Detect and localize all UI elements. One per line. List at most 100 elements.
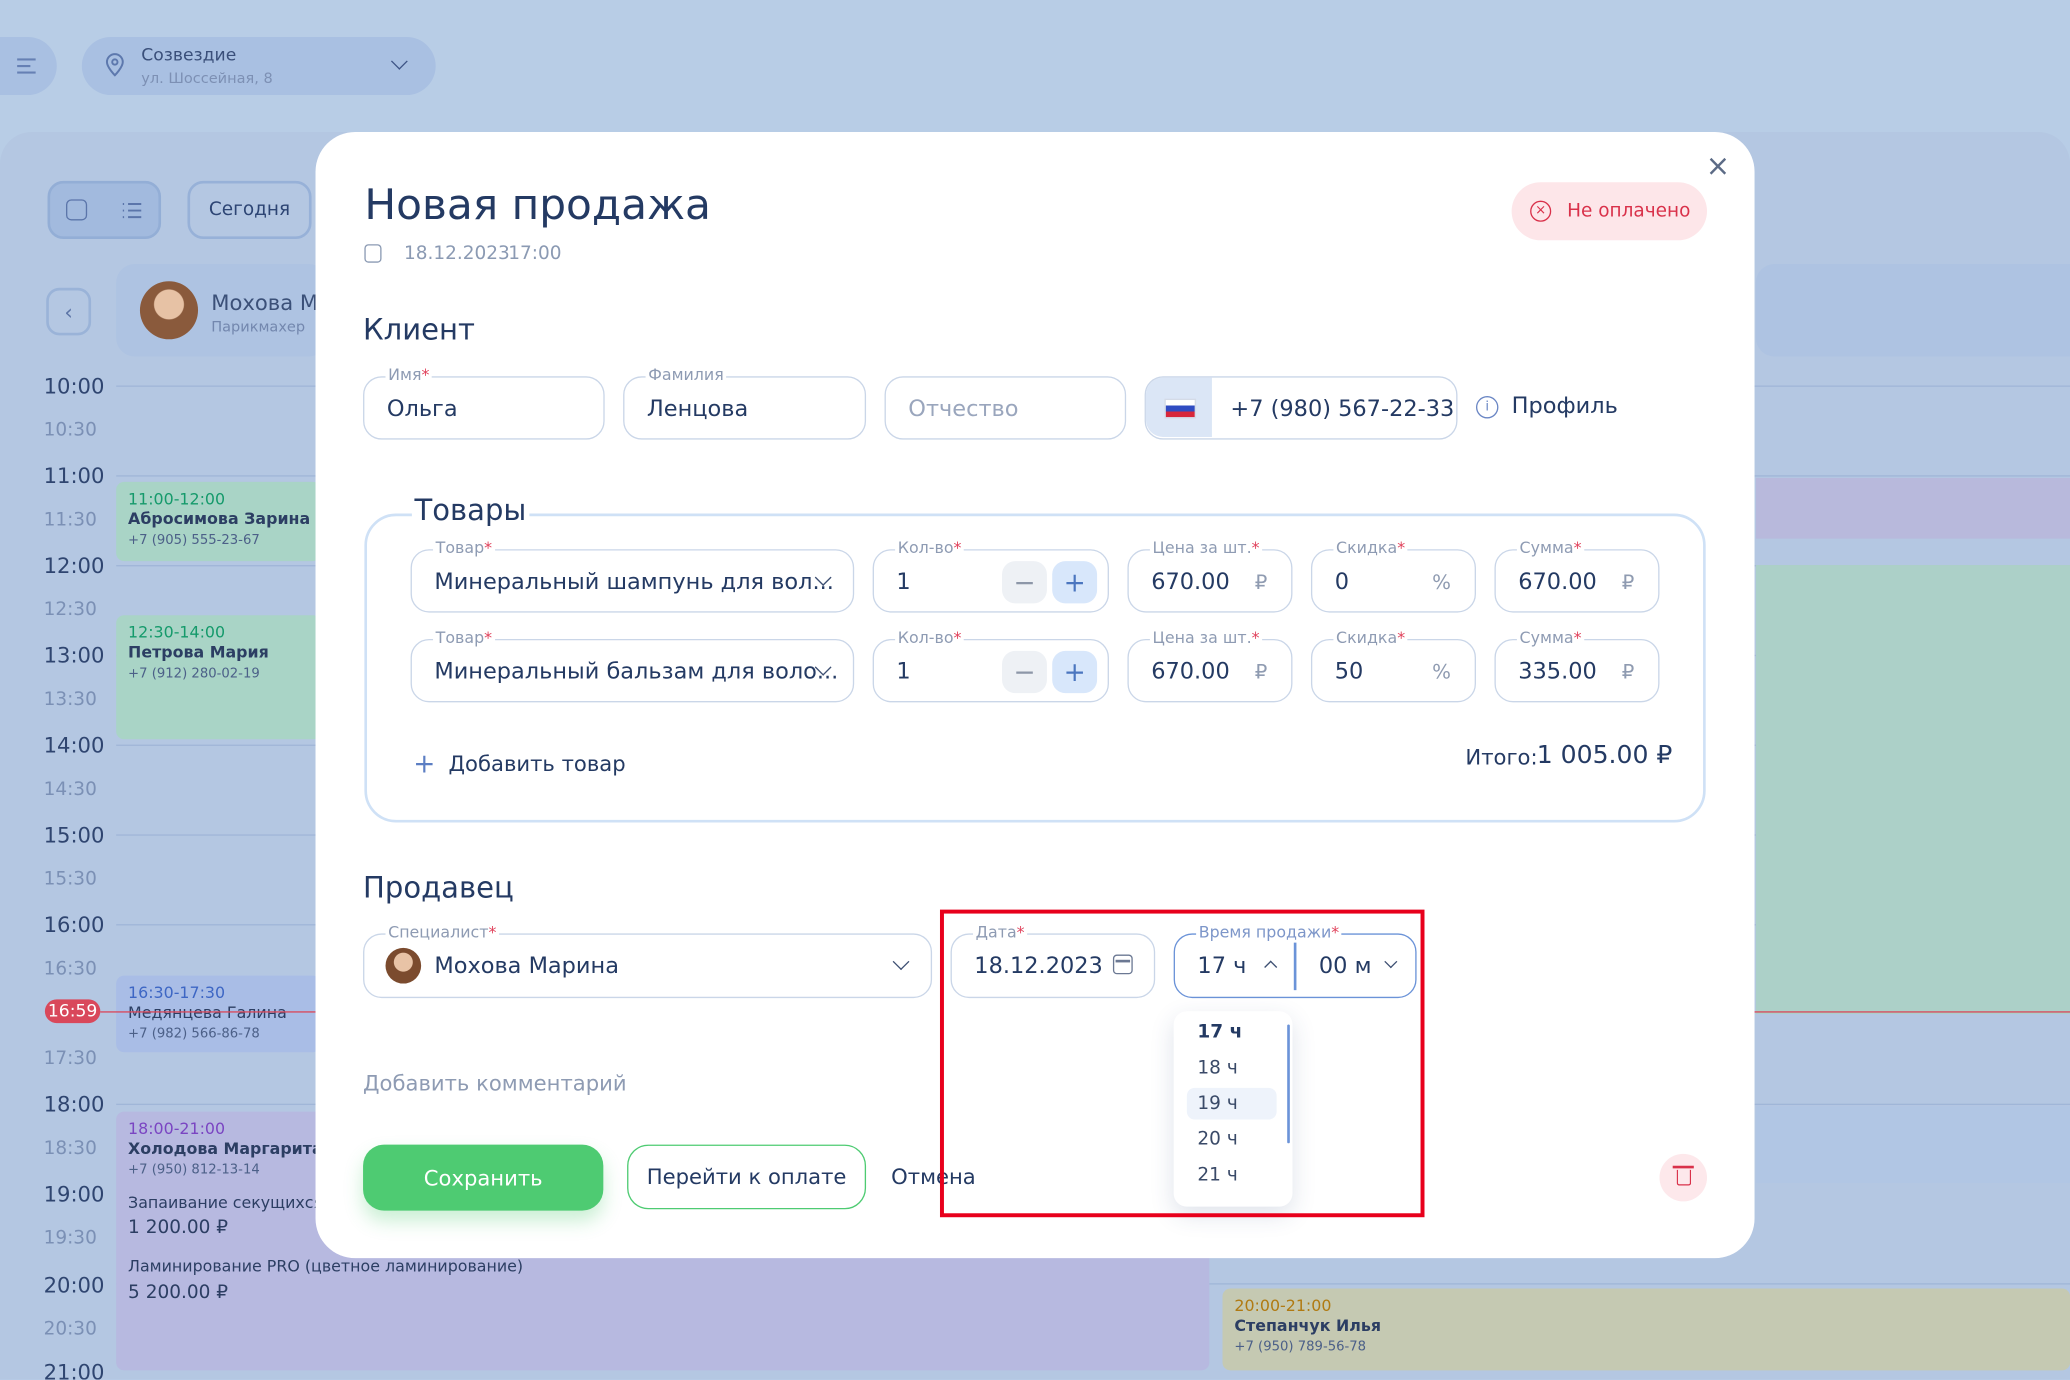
- price-field[interactable]: Цена за шт.* 670.00 ₽: [1127, 628, 1293, 703]
- first-name-label: Имя*: [385, 365, 433, 385]
- staff-column-header[interactable]: Мохова М Парикмахер: [116, 264, 328, 357]
- appointment-price: 1 200.00 ₽: [128, 1217, 229, 1239]
- trash-icon-lid: [1672, 1165, 1694, 1168]
- last-name-field[interactable]: Фамилия Ленцова: [623, 365, 867, 440]
- menu-button[interactable]: [0, 36, 57, 96]
- add-comment-link[interactable]: Добавить комментарий: [363, 1071, 627, 1096]
- appointment-card[interactable]: [1755, 477, 2070, 539]
- info-icon: i: [1475, 395, 1499, 418]
- staff-column-header[interactable]: [1755, 264, 2070, 357]
- profile-label: Профиль: [1511, 393, 1618, 420]
- time-label: 20:30: [43, 1318, 97, 1341]
- close-circle-icon: ×: [1530, 200, 1552, 222]
- appointment-card[interactable]: 11:00-12:00 Абросимова Зарина +7 (905) 5…: [116, 481, 321, 562]
- product-value: Минеральный бальзам для воло...: [434, 658, 839, 686]
- appointment-client: Холодова Маргарита: [128, 1139, 323, 1158]
- sum-label-text: Сумма: [1519, 628, 1574, 647]
- specialist-label-text: Специалист: [388, 922, 489, 942]
- appointment-card[interactable]: [1755, 565, 2070, 1014]
- increment-button[interactable]: +: [1052, 650, 1098, 694]
- time-label: 16:30: [43, 958, 97, 980]
- today-button[interactable]: Сегодня: [187, 180, 312, 239]
- specialist-value: Мохова Марина: [434, 953, 619, 980]
- middle-name-field[interactable]: Отчество: [884, 376, 1127, 440]
- time-label: 13:00: [43, 642, 105, 669]
- discount-label: Скидка*: [1333, 538, 1408, 558]
- decrement-button[interactable]: −: [1002, 650, 1047, 694]
- appointment-time: 11:00-12:00: [128, 489, 226, 509]
- list-view-icon[interactable]: [121, 202, 142, 219]
- first-name-field[interactable]: Имя* Ольга: [363, 365, 605, 440]
- percent-symbol: %: [1432, 660, 1451, 684]
- price-label: Цена за шт.*: [1149, 538, 1263, 558]
- phone-value: +7 (980) 567-22-33: [1230, 396, 1455, 423]
- discount-label: Скидка*: [1333, 628, 1408, 647]
- appointment-phone: +7 (950) 812-13-14: [128, 1163, 260, 1178]
- payment-status-label: Не оплачено: [1567, 200, 1691, 222]
- appointment-client: Абросимова Зарина: [128, 509, 311, 529]
- phone-field[interactable]: +7 (980) 567-22-33: [1144, 376, 1458, 440]
- sum-field[interactable]: Сумма* 670.00 ₽: [1494, 538, 1660, 613]
- price-label-text: Цена за шт.: [1152, 628, 1252, 647]
- appointment-time: 18:00-21:00: [128, 1119, 226, 1139]
- payment-status-badge[interactable]: × Не оплачено: [1511, 182, 1708, 241]
- qty-label-text: Кол-во: [897, 628, 954, 647]
- sum-label: Сумма*: [1516, 628, 1585, 647]
- appointment-time: 20:00-21:00: [1234, 1296, 1332, 1315]
- price-field[interactable]: Цена за шт.* 670.00 ₽: [1127, 538, 1293, 613]
- delete-button[interactable]: [1659, 1153, 1708, 1202]
- first-name-label-text: Имя: [388, 365, 422, 385]
- time-label: 20:00: [43, 1272, 105, 1298]
- discount-label-text: Скидка: [1336, 538, 1398, 558]
- decrement-button[interactable]: −: [1002, 561, 1047, 604]
- quantity-stepper[interactable]: Кол-во* 1 − +: [872, 538, 1109, 613]
- client-section-title: Клиент: [363, 314, 475, 348]
- currency-symbol: ₽: [1254, 570, 1268, 595]
- discount-field[interactable]: Скидка* 50 %: [1310, 628, 1476, 703]
- go-to-payment-button[interactable]: Перейти к оплате: [627, 1144, 867, 1210]
- middle-name-placeholder: Отчество: [908, 396, 1019, 423]
- avatar: [385, 947, 422, 984]
- calendar-view-icon[interactable]: [66, 199, 88, 221]
- time-label: 13:30: [43, 689, 97, 711]
- location-name: Созвездие: [141, 46, 237, 67]
- close-icon[interactable]: ×: [1706, 152, 1730, 182]
- appointment-card[interactable]: 20:00-21:00 Степанчук Илья +7 (950) 789-…: [1222, 1288, 2070, 1371]
- price-value: 670.00: [1151, 658, 1230, 686]
- discount-field[interactable]: Скидка* 0 %: [1310, 538, 1476, 613]
- appointment-card[interactable]: 12:30-14:00 Петрова Мария +7 (912) 280-0…: [116, 615, 321, 740]
- profile-link[interactable]: i Профиль: [1475, 393, 1618, 420]
- sale-date: 18.12.2023: [403, 242, 510, 265]
- total-label: Итого:: [1465, 744, 1538, 770]
- product-label: Товар*: [433, 628, 495, 647]
- appointment-phone: +7 (912) 280-02-19: [128, 666, 260, 682]
- prev-button[interactable]: ‹: [46, 287, 92, 336]
- appointment-card[interactable]: 16:30-17:30 Медянцева Галина +7 (982) 56…: [116, 975, 321, 1053]
- time-label: 16:00: [43, 912, 105, 938]
- specialist-select[interactable]: Специалист* Мохова Марина: [363, 922, 933, 999]
- quantity-stepper[interactable]: Кол-во* 1 − +: [872, 628, 1109, 703]
- time-label: 12:00: [43, 553, 105, 579]
- product-select[interactable]: Товар* Минеральный шампунь для вол...: [410, 538, 855, 613]
- location-selector[interactable]: Созвездие ул. Шоссейная, 8: [81, 36, 436, 96]
- time-label: 14:30: [43, 778, 97, 801]
- increment-button[interactable]: +: [1052, 561, 1098, 604]
- appointment-price: 5 200.00 ₽: [128, 1281, 229, 1304]
- add-good-button[interactable]: + Добавить товар: [413, 750, 625, 776]
- sum-field[interactable]: Сумма* 335.00 ₽: [1494, 628, 1660, 703]
- time-label: 12:30: [43, 599, 97, 621]
- appointment-time: 16:30-17:30: [128, 983, 226, 1003]
- appointment-card[interactable]: [1755, 1106, 2070, 1183]
- country-selector[interactable]: [1145, 377, 1212, 437]
- product-select[interactable]: Товар* Минеральный бальзам для воло...: [410, 628, 855, 703]
- product-label-text: Товар: [435, 628, 485, 647]
- price-value: 670.00: [1151, 569, 1230, 596]
- save-button[interactable]: Сохранить: [363, 1144, 604, 1211]
- plus-icon: +: [413, 747, 436, 779]
- specialist-label: Специалист*: [385, 922, 500, 942]
- appointment-client: Петрова Мария: [128, 642, 269, 662]
- currency-symbol: ₽: [1621, 570, 1635, 595]
- time-label: 11:30: [43, 509, 97, 531]
- time-label: 10:00: [43, 373, 105, 399]
- product-label: Товар*: [433, 538, 495, 558]
